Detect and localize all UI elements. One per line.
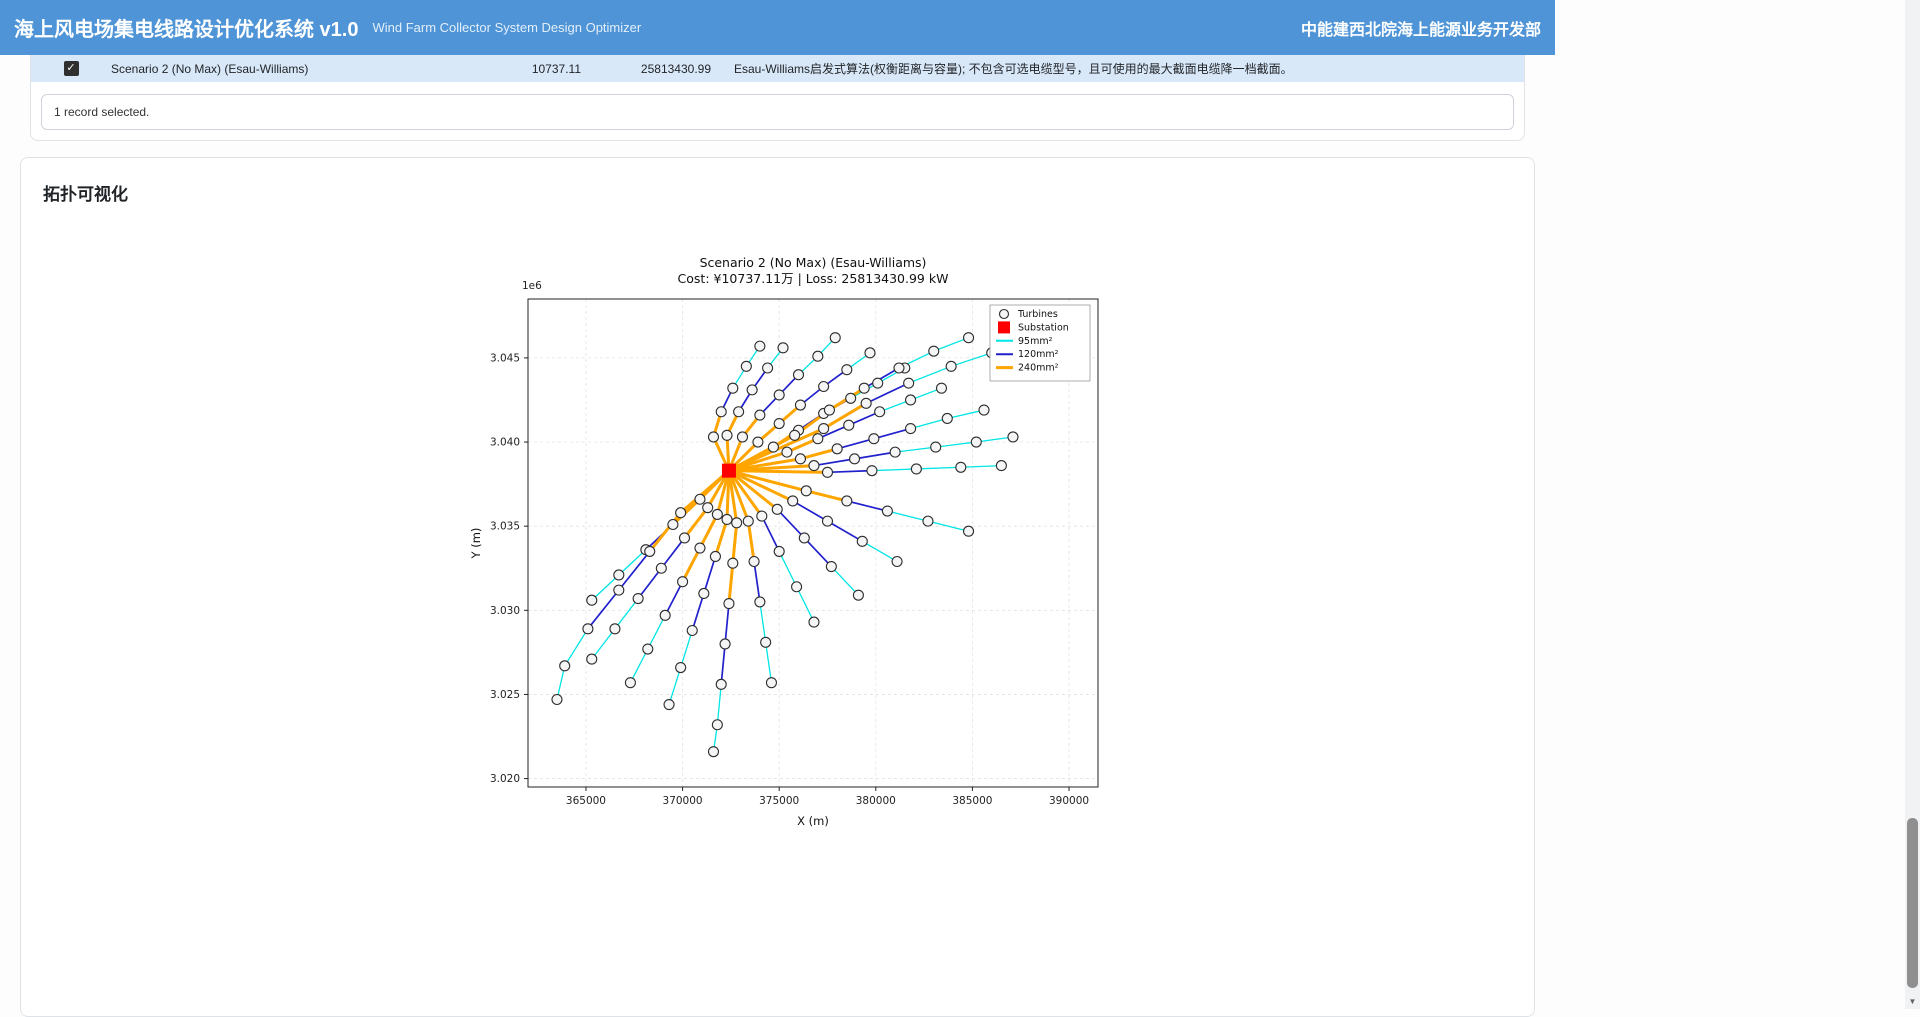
svg-text:Cost: ¥10737.11万 | Loss: 25813: Cost: ¥10737.11万 | Loss: 25813430.99 kW bbox=[677, 271, 948, 286]
svg-text:385000: 385000 bbox=[952, 795, 992, 807]
scenario-loss: 25813430.99 bbox=[581, 62, 711, 76]
org-name: 中能建西北院海上能源业务开发部 bbox=[1301, 16, 1541, 40]
chart-legend: Turbines Substation 95mm² 120mm² 240mm² bbox=[990, 305, 1090, 381]
app-title: 海上风电场集电线路设计优化系统 v1.0 bbox=[14, 13, 358, 42]
results-card: ✓ Scenario 2 (No Max) (Esau-Williams) 10… bbox=[30, 55, 1525, 141]
svg-text:3.020: 3.020 bbox=[489, 773, 519, 785]
svg-text:95mm²: 95mm² bbox=[1018, 336, 1053, 347]
scenario-row[interactable]: ✓ Scenario 2 (No Max) (Esau-Williams) 10… bbox=[31, 55, 1524, 82]
svg-text:X (m): X (m) bbox=[797, 814, 829, 827]
svg-text:1e6: 1e6 bbox=[522, 280, 542, 292]
svg-text:380000: 380000 bbox=[855, 795, 895, 807]
svg-text:Scenario 2 (No Max) (Esau-Will: Scenario 2 (No Max) (Esau-Williams) bbox=[699, 255, 926, 270]
app-subtitle: Wind Farm Collector System Design Optimi… bbox=[372, 20, 641, 35]
svg-text:240mm²: 240mm² bbox=[1018, 363, 1059, 374]
checkbox-check-icon: ✓ bbox=[66, 62, 75, 74]
chart-titles: Scenario 2 (No Max) (Esau-Williams)Cost:… bbox=[469, 255, 948, 827]
scrollbar-thumb[interactable] bbox=[1907, 818, 1918, 988]
scenario-description: Esau-Williams启发式算法(权衡距离与容量); 不包含可选电缆型号，且… bbox=[734, 60, 1293, 77]
header: 海上风电场集电线路设计优化系统 v1.0 Wind Farm Collector… bbox=[0, 0, 1555, 55]
svg-text:370000: 370000 bbox=[662, 795, 702, 807]
substation-marker bbox=[721, 464, 735, 478]
app-container: 海上风电场集电线路设计优化系统 v1.0 Wind Farm Collector… bbox=[0, 0, 1555, 1017]
svg-text:3.045: 3.045 bbox=[489, 352, 519, 364]
scrollbar-down-button[interactable]: ▼ bbox=[1905, 994, 1920, 1009]
svg-text:3.030: 3.030 bbox=[489, 605, 519, 617]
svg-text:3.040: 3.040 bbox=[489, 437, 519, 449]
svg-text:375000: 375000 bbox=[759, 795, 799, 807]
svg-text:390000: 390000 bbox=[1048, 795, 1088, 807]
svg-text:365000: 365000 bbox=[565, 795, 605, 807]
vertical-scrollbar[interactable]: ▼ bbox=[1905, 0, 1920, 1009]
topology-section-title: 拓扑可视化 bbox=[43, 180, 1514, 205]
chevron-down-icon: ▼ bbox=[1909, 997, 1917, 1006]
svg-text:Y (m): Y (m) bbox=[469, 528, 483, 560]
turbines-layer bbox=[551, 333, 1017, 757]
topology-chart-svg: 365000 370000 375000 380000 385000 390000 3.02… bbox=[448, 247, 1108, 827]
scenario-checkbox-cell: ✓ bbox=[31, 61, 111, 76]
topology-card: 拓扑可视化 365000 370000 375000 380000 385000 3900… bbox=[20, 157, 1535, 1017]
scenario-name: Scenario 2 (No Max) (Esau-Williams) bbox=[111, 62, 511, 76]
topology-chart-wrap: 365000 370000 375000 380000 385000 390000 3.02… bbox=[41, 247, 1514, 827]
svg-text:3.025: 3.025 bbox=[489, 689, 519, 701]
svg-text:3.035: 3.035 bbox=[489, 521, 519, 533]
scenario-checkbox[interactable]: ✓ bbox=[64, 61, 79, 76]
svg-text:120mm²: 120mm² bbox=[1018, 349, 1059, 360]
scenario-cost: 10737.11 bbox=[511, 62, 581, 76]
svg-text:Turbines: Turbines bbox=[1017, 309, 1058, 320]
cables-layer bbox=[556, 338, 1012, 752]
svg-text:Substation: Substation bbox=[1018, 322, 1069, 333]
records-selected-text: 1 record selected. bbox=[41, 94, 1514, 130]
